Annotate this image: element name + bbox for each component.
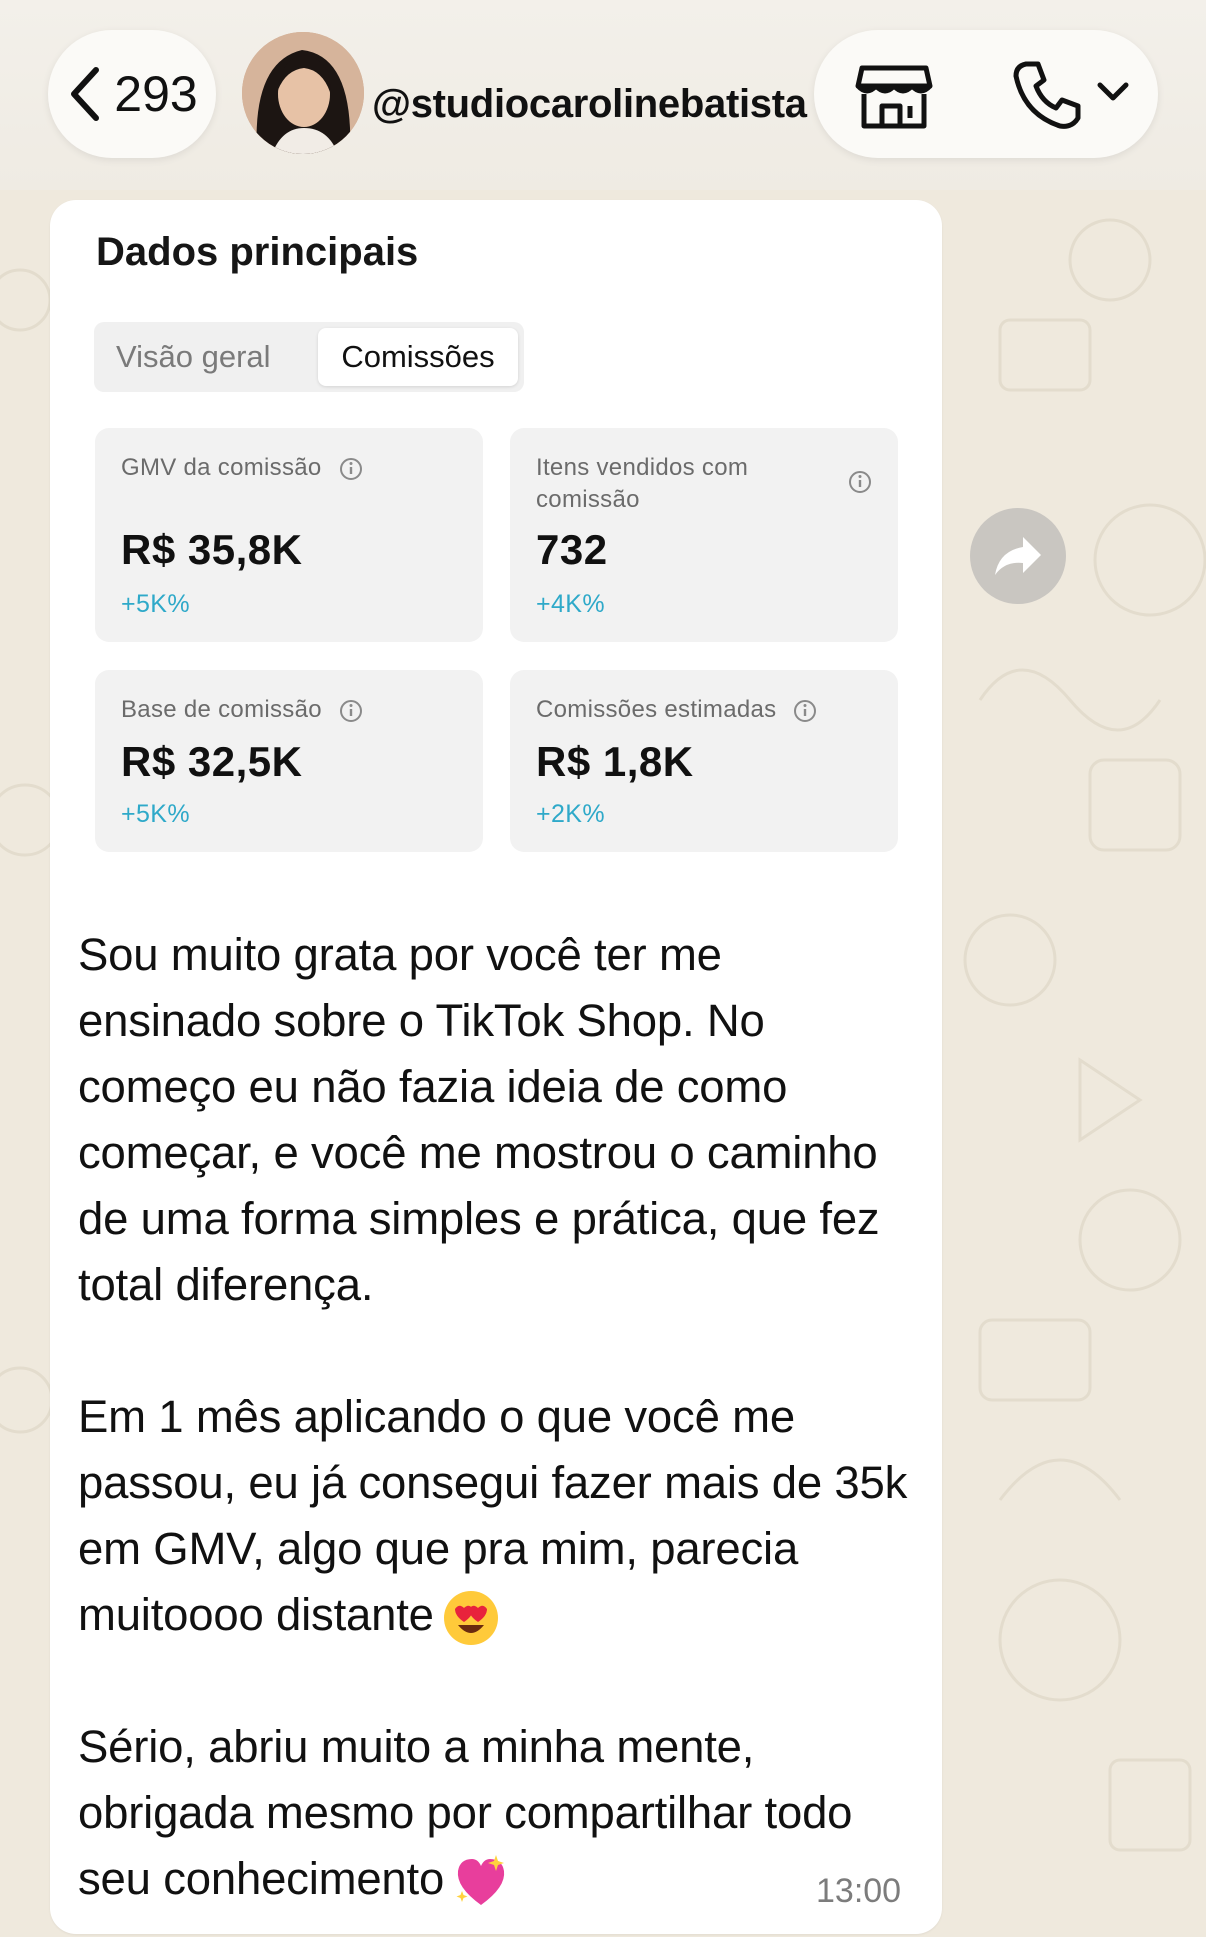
metric-change: +5K% — [121, 590, 191, 618]
unread-count: 293 — [114, 66, 198, 122]
message-paragraph: Sou muito grata por você ter me ensinado… — [78, 929, 892, 1310]
share-forward-icon — [995, 537, 1041, 575]
tab-overview[interactable]: Visão geral — [116, 328, 271, 386]
metric-label: Base de comissão — [121, 694, 363, 726]
header-actions — [814, 30, 1158, 158]
sparkling-heart-emoji — [456, 1854, 505, 1905]
metric-card-items-sold[interactable]: Itens vendidos com comissão 732 +4K% — [510, 428, 898, 642]
forward-button[interactable] — [970, 508, 1066, 604]
tab-commissions[interactable]: Comissões — [318, 328, 518, 386]
heart-eyes-emoji — [443, 1590, 498, 1645]
metric-change: +4K% — [536, 590, 606, 618]
phone-icon — [1013, 61, 1081, 129]
metric-value: R$ 35,8K — [121, 526, 303, 573]
attached-screenshot[interactable]: Dados principais Visão geral Comissões G… — [50, 200, 942, 890]
metric-label-text: GMV da comissão — [121, 454, 322, 481]
metric-card-commission-base[interactable]: Base de comissão R$ 32,5K +5K% — [95, 670, 483, 852]
metric-label-text: Comissões estimadas — [536, 696, 777, 723]
metric-label: Itens vendidos com comissão — [536, 454, 749, 513]
metric-label-text: Base de comissão — [121, 696, 322, 723]
info-icon[interactable] — [793, 699, 817, 723]
dashboard-tabs: Visão geral Comissões — [94, 322, 524, 392]
avatar[interactable] — [242, 32, 364, 154]
shop-button[interactable] — [854, 60, 934, 132]
metric-value: 732 — [536, 526, 608, 573]
dashboard-title: Dados principais — [96, 230, 419, 274]
call-button[interactable] — [1012, 58, 1130, 132]
storefront-icon — [855, 65, 933, 129]
metric-change: +2K% — [536, 800, 606, 828]
avatar-image — [242, 32, 364, 154]
metric-change: +5K% — [121, 800, 191, 828]
chevron-left-icon — [71, 67, 100, 121]
chat-header: 293 @studiocarolinebatista — [0, 0, 1206, 190]
metric-value: R$ 32,5K — [121, 738, 303, 785]
chevron-down-icon — [1097, 82, 1129, 101]
back-button[interactable]: 293 — [48, 30, 216, 158]
message-bubble[interactable]: Dados principais Visão geral Comissões G… — [50, 200, 942, 1934]
info-icon[interactable] — [848, 470, 872, 494]
message-text: Sou muito grata por você ter me ensinado… — [78, 922, 908, 1912]
chat-username[interactable]: @studiocarolinebatista — [372, 82, 807, 127]
metric-label: GMV da comissão — [121, 452, 363, 484]
info-icon[interactable] — [339, 457, 363, 481]
metric-value: R$ 1,8K — [536, 738, 694, 785]
message-timestamp: 13:00 — [816, 1872, 902, 1910]
metric-label: Comissões estimadas — [536, 694, 817, 726]
metric-card-estimated-commissions[interactable]: Comissões estimadas R$ 1,8K +2K% — [510, 670, 898, 852]
metric-card-commission-gmv[interactable]: GMV da comissão R$ 35,8K +5K% — [95, 428, 483, 642]
info-icon[interactable] — [339, 699, 363, 723]
